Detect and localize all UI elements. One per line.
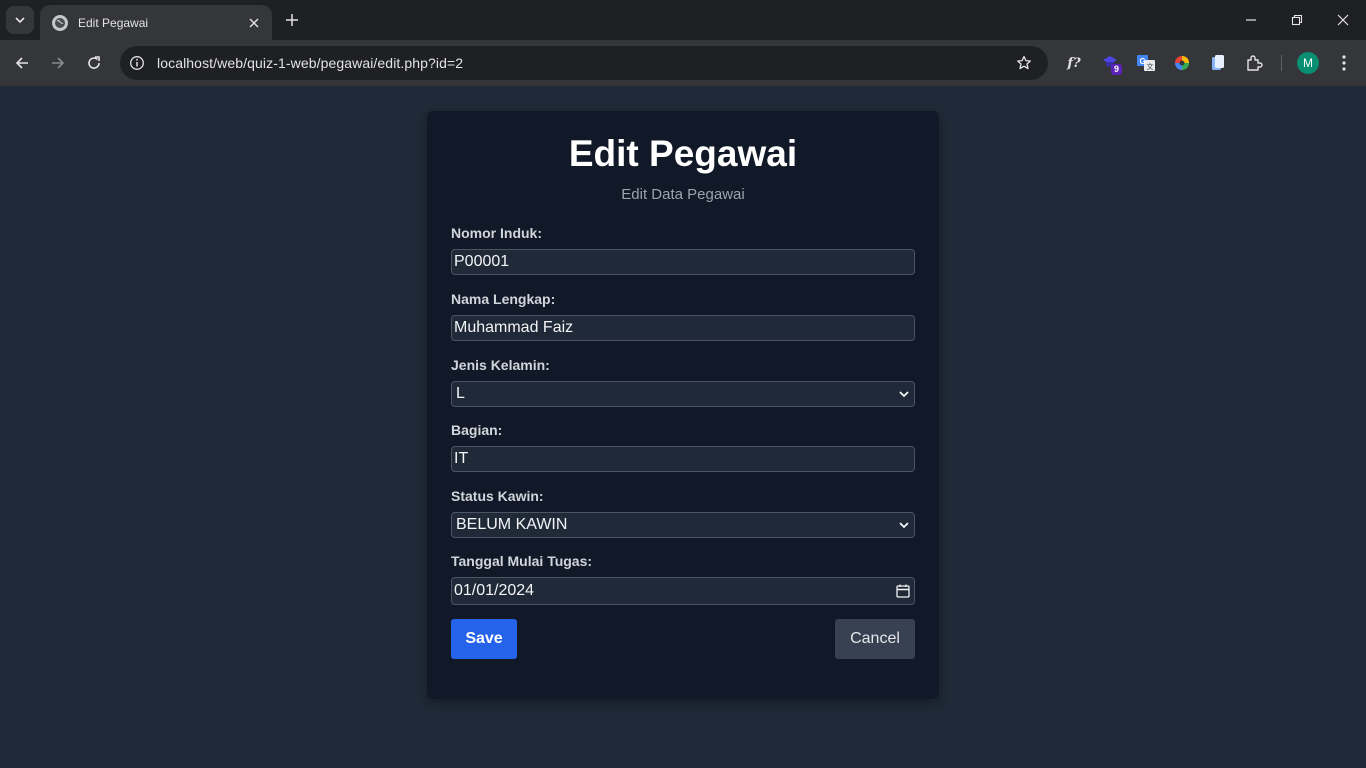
- nomor-induk-input[interactable]: P00001: [451, 249, 915, 275]
- minimize-icon: [1246, 19, 1256, 21]
- close-window-button[interactable]: [1320, 0, 1366, 40]
- toolbar-divider: [1281, 55, 1282, 71]
- reload-button[interactable]: [80, 49, 108, 77]
- url-text: localhost/web/quiz-1-web/pegawai/edit.ph…: [157, 55, 464, 71]
- tab-close-icon[interactable]: [246, 15, 262, 31]
- address-bar[interactable]: localhost/web/quiz-1-web/pegawai/edit.ph…: [120, 46, 1048, 80]
- page-subtitle: Edit Data Pegawai: [621, 186, 745, 203]
- new-tab-button[interactable]: [280, 8, 304, 32]
- nomor-induk-label: Nomor Induk:: [451, 225, 542, 241]
- tab-search-button[interactable]: [6, 6, 34, 34]
- calendar-icon[interactable]: [896, 584, 910, 598]
- browser-tab[interactable]: Edit Pegawai: [40, 5, 272, 40]
- reload-icon: [88, 56, 100, 69]
- jenis-kelamin-field: Jenis Kelamin: L: [451, 357, 915, 407]
- chevron-down-icon: [899, 391, 909, 398]
- jenis-kelamin-select[interactable]: L: [451, 381, 915, 407]
- arrow-left-icon: [15, 57, 28, 69]
- close-icon: [1337, 14, 1349, 26]
- tanggal-mulai-label: Tanggal Mulai Tugas:: [451, 553, 593, 569]
- status-kawin-select[interactable]: BELUM KAWIN: [451, 512, 915, 538]
- nama-lengkap-field: Nama Lengkap: Muhammad Faiz: [451, 291, 915, 341]
- status-kawin-field: Status Kawin: BELUM KAWIN: [451, 488, 915, 538]
- globe-icon: [52, 14, 68, 31]
- tab-title: Edit Pegawai: [78, 15, 149, 30]
- bagian-input[interactable]: IT: [451, 446, 915, 472]
- bagian-field: Bagian: IT: [451, 422, 915, 472]
- color-wheel-extension-icon[interactable]: [1169, 50, 1195, 76]
- chevron-down-icon: [899, 522, 909, 529]
- forward-button[interactable]: [44, 49, 72, 77]
- kebab-menu-icon[interactable]: [1332, 50, 1356, 76]
- cancel-button[interactable]: Cancel: [835, 619, 915, 659]
- restore-icon: [1291, 14, 1303, 26]
- extensions-puzzle-icon[interactable]: [1241, 50, 1267, 76]
- nomor-induk-value: P00001: [454, 253, 510, 270]
- nama-lengkap-value: Muhammad Faiz: [454, 319, 574, 336]
- svg-text:G: G: [1140, 57, 1146, 66]
- jenis-kelamin-value: L: [456, 385, 465, 402]
- save-button[interactable]: Save: [451, 619, 517, 659]
- jenis-kelamin-label: Jenis Kelamin:: [451, 357, 550, 373]
- edit-form-card: Edit Pegawai Edit Data Pegawai Nomor Ind…: [427, 111, 939, 699]
- nomor-induk-field: Nomor Induk: P00001: [451, 225, 915, 275]
- arrow-right-icon: [52, 57, 65, 69]
- plus-icon: [286, 14, 298, 26]
- nama-lengkap-input[interactable]: Muhammad Faiz: [451, 315, 915, 341]
- bookmark-star-icon[interactable]: [1010, 49, 1038, 77]
- badge-extension-icon[interactable]: 9: [1099, 50, 1125, 76]
- minimize-button[interactable]: [1228, 0, 1274, 40]
- back-button[interactable]: [8, 49, 36, 77]
- tanggal-mulai-value: 01/01/2024: [454, 582, 535, 599]
- browser-tab-bar: Edit Pegawai: [0, 0, 1366, 40]
- tanggal-mulai-field: Tanggal Mulai Tugas: 01/01/2024: [451, 553, 915, 605]
- bagian-value: IT: [454, 450, 469, 467]
- font-extension-icon[interactable]: f?: [1061, 50, 1087, 76]
- restore-button[interactable]: [1274, 0, 1320, 40]
- site-info-icon[interactable]: [124, 50, 150, 76]
- status-kawin-label: Status Kawin:: [451, 488, 544, 504]
- profile-avatar[interactable]: M: [1297, 52, 1319, 74]
- page-body: Edit Pegawai Edit Data Pegawai Nomor Ind…: [0, 86, 1366, 768]
- page-title: Edit Pegawai: [568, 133, 798, 174]
- tanggal-mulai-input[interactable]: 01/01/2024: [451, 577, 915, 605]
- svg-text:文: 文: [1147, 62, 1154, 71]
- status-kawin-value: BELUM KAWIN: [456, 516, 568, 533]
- browser-toolbar: localhost/web/quiz-1-web/pegawai/edit.ph…: [0, 40, 1366, 86]
- extension-badge: 9: [1111, 64, 1123, 75]
- nama-lengkap-label: Nama Lengkap:: [451, 291, 556, 307]
- chevron-down-icon: [15, 17, 25, 24]
- clipboard-extension-icon[interactable]: [1205, 50, 1231, 76]
- translate-extension-icon[interactable]: G文: [1133, 50, 1159, 76]
- bagian-label: Bagian:: [451, 422, 503, 438]
